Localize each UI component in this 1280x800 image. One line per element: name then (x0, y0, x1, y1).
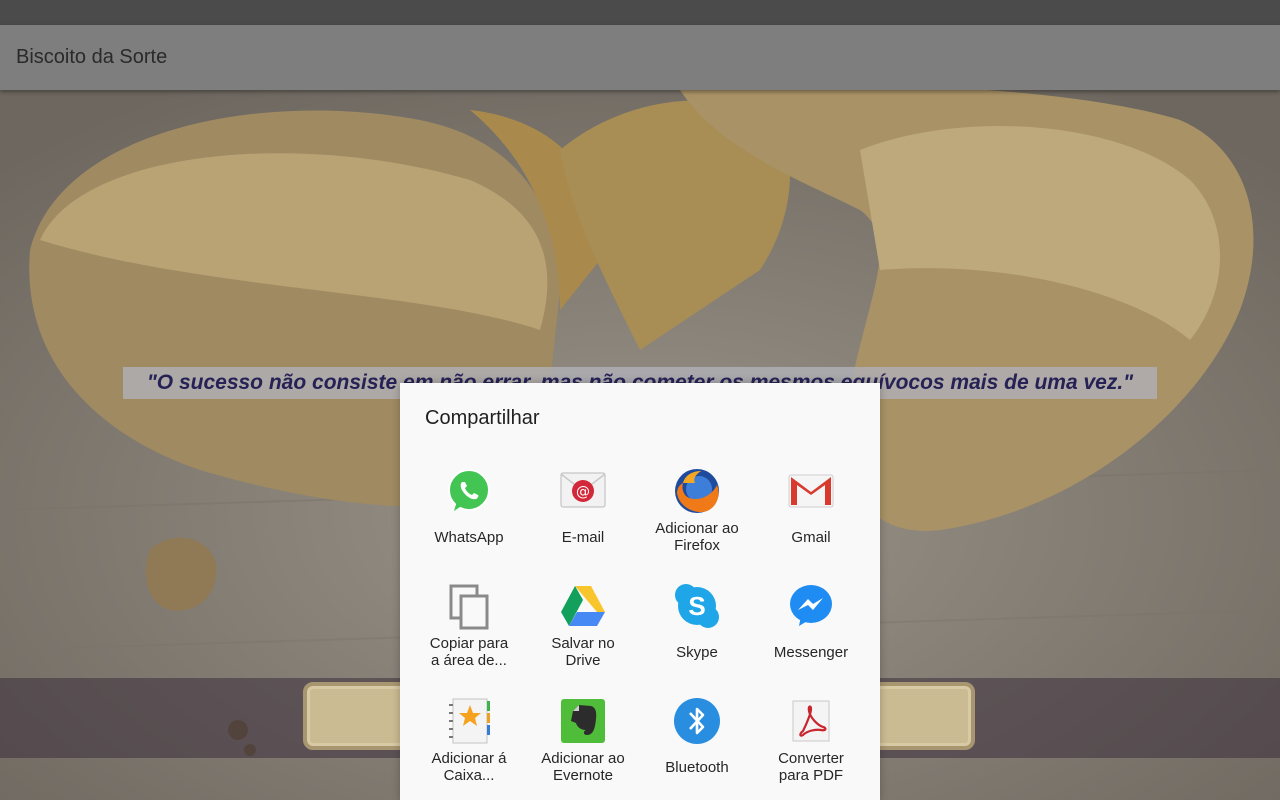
share-dialog-title: Compartilhar (425, 407, 540, 429)
copy-icon (445, 582, 493, 630)
svg-text:S: S (688, 591, 705, 621)
whatsapp-icon (445, 467, 493, 515)
share-target-label: Converter para PDF (778, 750, 844, 784)
share-target-label: Copiar para a área de... (429, 635, 509, 669)
share-target-label: Messenger (773, 644, 849, 661)
share-target-label: Adicionar ao Firefox (655, 520, 739, 554)
app-bar: Biscoito da Sorte (0, 25, 1280, 90)
share-target-evernote[interactable]: Adicionar ao Evernote (526, 691, 640, 800)
svg-text:@: @ (576, 484, 590, 500)
google-drive-icon (559, 582, 607, 630)
share-row: WhatsApp @ E-mail Adicionar ao Firefox G… (412, 461, 868, 576)
share-target-messenger[interactable]: Messenger (754, 576, 868, 691)
app-title: Biscoito da Sorte (16, 46, 168, 68)
messenger-icon (787, 582, 835, 630)
share-target-label: Gmail (791, 529, 831, 546)
share-target-label: E-mail (561, 529, 605, 546)
share-targets-grid: WhatsApp @ E-mail Adicionar ao Firefox G… (412, 461, 868, 800)
share-target-label: Bluetooth (665, 759, 729, 776)
contact-book-icon (445, 697, 493, 745)
evernote-icon (559, 697, 607, 745)
skype-icon: S (673, 582, 721, 630)
share-target-bluetooth[interactable]: Bluetooth (640, 691, 754, 800)
share-target-label: Adicionar ao Evernote (541, 750, 625, 784)
status-bar (0, 0, 1280, 25)
email-icon: @ (559, 467, 607, 515)
share-target-email[interactable]: @ E-mail (526, 461, 640, 576)
gmail-icon (787, 467, 835, 515)
share-target-label: Skype (676, 644, 718, 661)
share-row: Adicionar á Caixa... Adicionar ao Evernote (412, 691, 868, 800)
share-target-pdf[interactable]: Converter para PDF (754, 691, 868, 800)
share-target-drive[interactable]: Salvar no Drive (526, 576, 640, 691)
share-target-whatsapp[interactable]: WhatsApp (412, 461, 526, 576)
share-target-label: Adicionar á Caixa... (431, 750, 507, 784)
pdf-converter-icon (787, 697, 835, 745)
share-target-label: Salvar no Drive (551, 635, 615, 669)
share-dialog: Compartilhar WhatsApp @ E-mail Adicionar… (400, 383, 880, 800)
share-target-contacts[interactable]: Adicionar á Caixa... (412, 691, 526, 800)
firefox-icon (673, 467, 721, 515)
bluetooth-icon (673, 697, 721, 745)
share-row: Copiar paraa área de... Salvar noDrive (412, 576, 868, 691)
share-target-label: WhatsApp (434, 529, 504, 546)
share-target-copy-clipboard[interactable]: Copiar para a área de... (412, 576, 526, 691)
share-target-skype[interactable]: S Skype (640, 576, 754, 691)
share-target-firefox[interactable]: Adicionar ao Firefox (640, 461, 754, 576)
share-target-gmail[interactable]: Gmail (754, 461, 868, 576)
